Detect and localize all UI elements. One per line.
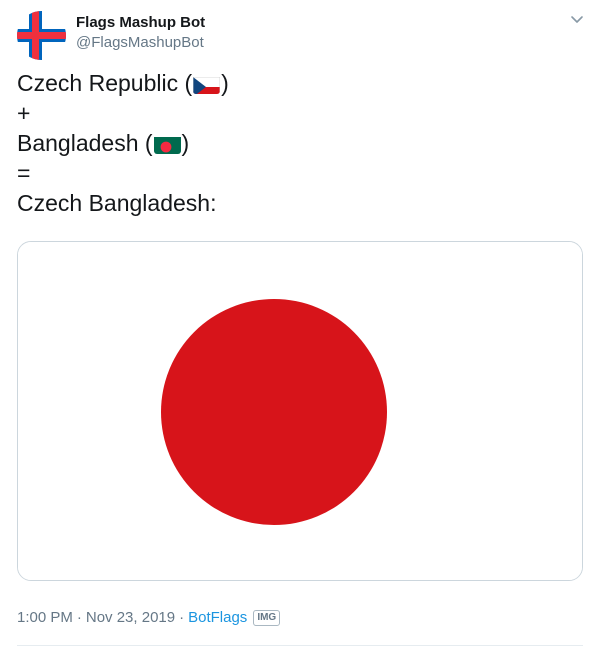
tweet-date[interactable]: Nov 23, 2019 [86, 609, 175, 626]
avatar[interactable] [17, 11, 66, 60]
author-block: Flags Mashup Bot @FlagsMashupBot [76, 13, 205, 52]
result-name: Czech Bangladesh: [17, 190, 217, 216]
tweet-time[interactable]: 1:00 PM [17, 609, 73, 626]
plus-sign: + [17, 100, 31, 126]
czech-republic-flag-icon [193, 74, 221, 94]
divider [17, 645, 583, 646]
tweet-source-link[interactable]: BotFlags [188, 609, 247, 626]
bangladesh-flag-icon [153, 134, 181, 154]
country-1-close: ) [221, 70, 229, 96]
display-name[interactable]: Flags Mashup Bot [76, 13, 205, 33]
img-badge[interactable]: IMG [253, 610, 281, 626]
tweet-line-3: Bangladesh () [17, 128, 229, 158]
handle[interactable]: @FlagsMashupBot [76, 33, 205, 52]
separator: · [179, 609, 185, 626]
equals-sign: = [17, 160, 31, 186]
flag-disc [161, 299, 387, 525]
media-image[interactable] [17, 241, 583, 581]
flag-image [18, 242, 582, 580]
country-2-close: ) [181, 130, 190, 156]
tweet-line-1: Czech Republic () [17, 68, 229, 98]
tweet-menu-button[interactable] [568, 10, 586, 28]
country-1-text: Czech Republic ( [17, 70, 193, 96]
country-2-text: Bangladesh ( [17, 130, 153, 156]
chevron-down-icon [571, 16, 583, 23]
tweet-card: Flags Mashup Bot @FlagsMashupBot Czech R… [0, 0, 599, 648]
tweet-meta: 1:00 PM · Nov 23, 2019 · BotFlags IMG [17, 608, 281, 628]
separator: · [76, 609, 82, 626]
faroe-islands-flag-icon [17, 11, 66, 60]
tweet-text: Czech Republic () + Bangladesh () = Czec… [17, 68, 229, 218]
